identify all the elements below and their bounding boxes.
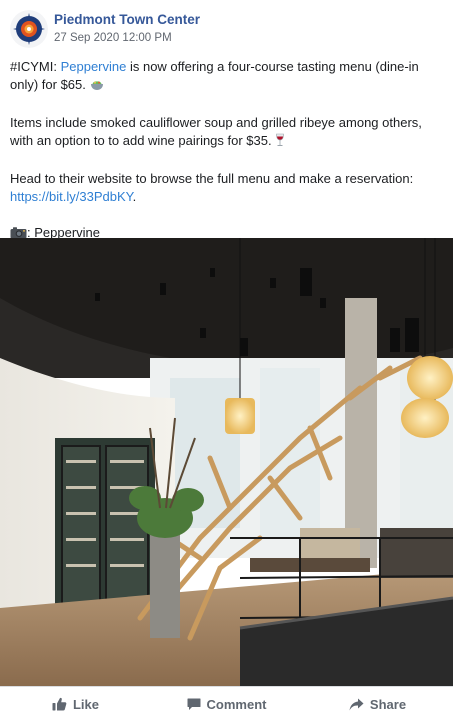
comment-button[interactable]: Comment xyxy=(151,687,302,721)
like-icon xyxy=(52,697,67,711)
page-avatar[interactable] xyxy=(10,10,48,48)
post-text: Head to their website to browse the full… xyxy=(10,171,414,186)
share-icon xyxy=(349,698,364,710)
share-label: Share xyxy=(369,696,407,712)
share-button[interactable]: Share xyxy=(302,687,453,721)
like-button[interactable]: Like xyxy=(0,687,151,721)
comment-icon xyxy=(187,698,201,710)
post-timestamp[interactable]: 27 Sep 2020 12:00 PM xyxy=(54,32,172,44)
comment-label: Comment xyxy=(206,696,267,712)
logo-icon xyxy=(10,10,48,48)
post-body: #ICYMI: Peppervine is now offering a fou… xyxy=(10,58,446,262)
post-action-bar: Like Comment Share xyxy=(0,686,453,721)
post-header: Piedmont Town Center 27 Sep 2020 12:00 P… xyxy=(10,10,450,50)
post-text: Items include smoked cauliflower soup an… xyxy=(10,115,422,148)
post-text: . xyxy=(132,189,137,204)
post-paragraph-3: Head to their website to browse the full… xyxy=(10,170,446,206)
page-name-link[interactable]: Piedmont Town Center xyxy=(54,12,200,27)
post-photo[interactable] xyxy=(0,238,453,686)
website-link[interactable]: https://bit.ly/33PdbKY xyxy=(10,189,133,204)
post-paragraph-1: #ICYMI: Peppervine is now offering a fou… xyxy=(10,58,446,96)
bowl-emoji-icon xyxy=(90,78,104,96)
wine-glass-emoji-icon xyxy=(275,133,285,152)
restaurant-interior-image xyxy=(0,238,453,686)
post-paragraph-2: Items include smoked cauliflower soup an… xyxy=(10,114,446,152)
like-label: Like xyxy=(72,696,99,712)
post-text: #ICYMI: xyxy=(10,59,61,74)
peppervine-link[interactable]: Peppervine xyxy=(61,59,127,74)
facebook-post: Piedmont Town Center 27 Sep 2020 12:00 P… xyxy=(0,0,453,721)
